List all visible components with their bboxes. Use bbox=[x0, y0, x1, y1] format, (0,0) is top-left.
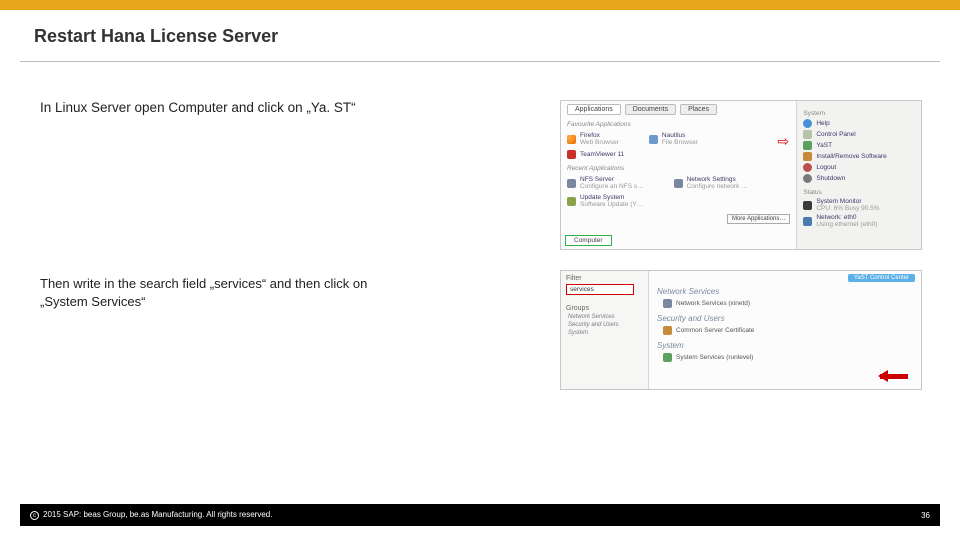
highlight-arrow-icon bbox=[878, 371, 918, 383]
package-icon bbox=[803, 152, 812, 161]
firefox-icon bbox=[567, 135, 576, 144]
sys-help[interactable]: Help bbox=[803, 119, 915, 128]
sys-shutdown[interactable]: Shutdown bbox=[803, 174, 915, 183]
sys-control-panel[interactable]: Control Panel bbox=[803, 130, 915, 139]
yast-icon bbox=[803, 141, 812, 150]
network-status-icon bbox=[803, 217, 812, 226]
app-update[interactable]: Update SystemSoftware Update (Y… bbox=[567, 194, 790, 208]
more-apps-button[interactable]: More Applications… bbox=[727, 214, 790, 224]
step2-text-line2: „System Services“ bbox=[40, 294, 145, 309]
sys-install-remove[interactable]: Install/Remove Software bbox=[803, 152, 915, 161]
sys-yast[interactable]: YaST bbox=[803, 141, 915, 150]
nautilus-icon bbox=[649, 135, 658, 144]
item-network-services[interactable]: Network Services (xinetd) bbox=[663, 299, 913, 308]
copyright-icon: c bbox=[30, 511, 39, 520]
computer-menu-screenshot: Applications Documents Places Favourite … bbox=[560, 100, 922, 250]
yast-control-center-screenshot: YaST Control Center Filter services Grou… bbox=[560, 270, 922, 390]
network-icon bbox=[674, 179, 683, 188]
system-label: System bbox=[803, 110, 915, 117]
logout-icon bbox=[803, 163, 812, 172]
cat-security-users: Security and Users bbox=[657, 314, 913, 323]
app-firefox[interactable]: FirefoxWeb Browser bbox=[567, 132, 619, 146]
content: In Linux Server open Computer and click … bbox=[0, 62, 960, 390]
step1-text: In Linux Server open Computer and click … bbox=[40, 100, 540, 115]
sys-logout[interactable]: Logout bbox=[803, 163, 915, 172]
status-network[interactable]: Network: eth0Using ethernet (eth0) bbox=[803, 214, 915, 228]
page-number: 36 bbox=[921, 511, 930, 520]
group-system[interactable]: System bbox=[568, 330, 643, 336]
tab-places[interactable]: Places bbox=[680, 104, 717, 115]
recent-apps-label: Recent Applications bbox=[567, 165, 790, 172]
nfs-icon bbox=[567, 179, 576, 188]
group-security-users[interactable]: Security and Users bbox=[568, 322, 643, 328]
xinetd-icon bbox=[663, 299, 672, 308]
control-panel-icon bbox=[803, 130, 812, 139]
runlevel-icon bbox=[663, 353, 672, 362]
highlight-arrow-icon: ⇨ bbox=[777, 133, 789, 150]
shutdown-icon bbox=[803, 174, 812, 183]
filter-label: Filter bbox=[566, 275, 643, 282]
step2-text-line1: Then write in the search field „services… bbox=[40, 276, 367, 291]
monitor-icon bbox=[803, 201, 812, 210]
cat-system: System bbox=[657, 341, 913, 350]
app-nfs[interactable]: NFS ServerConfigure an NFS s… bbox=[567, 176, 644, 190]
computer-button[interactable]: Computer bbox=[565, 235, 612, 246]
system-panel: ⇨ System Help Control Panel YaST Install… bbox=[797, 101, 921, 249]
teamviewer-icon bbox=[567, 150, 576, 159]
fav-apps-label: Favourite Applications bbox=[567, 121, 790, 128]
step2-text: Then write in the search field „services… bbox=[40, 275, 540, 310]
footer: c2015 SAP: beas Group, be.as Manufacturi… bbox=[20, 504, 940, 526]
status-label: Status bbox=[803, 189, 915, 196]
status-sysmon[interactable]: System MonitorCPU: 6% Busy 90.5% bbox=[803, 198, 915, 212]
group-network-services[interactable]: Network Services bbox=[568, 314, 643, 320]
figures-column: Applications Documents Places Favourite … bbox=[560, 100, 940, 390]
tab-documents[interactable]: Documents bbox=[625, 104, 676, 115]
app-nautilus[interactable]: NautilusFile Browser bbox=[649, 132, 698, 146]
groups-label: Groups bbox=[566, 305, 643, 312]
filter-input[interactable]: services bbox=[566, 284, 634, 295]
item-server-certificate[interactable]: Common Server Certificate bbox=[663, 326, 913, 335]
help-icon bbox=[803, 119, 812, 128]
update-icon bbox=[567, 197, 576, 206]
yast-content: Network Services Network Services (xinet… bbox=[649, 271, 921, 389]
app-teamviewer[interactable]: TeamViewer 11 bbox=[567, 150, 790, 159]
app-network-settings[interactable]: Network SettingsConfigure network … bbox=[674, 176, 748, 190]
accent-bar bbox=[0, 0, 960, 10]
app-panel: Applications Documents Places Favourite … bbox=[561, 101, 797, 249]
cat-network-services: Network Services bbox=[657, 287, 913, 296]
yast-sidebar: Filter services Groups Network Services … bbox=[561, 271, 649, 389]
tab-applications[interactable]: Applications bbox=[567, 104, 621, 115]
item-system-services[interactable]: System Services (runlevel) bbox=[663, 353, 913, 362]
copyright: c2015 SAP: beas Group, be.as Manufacturi… bbox=[30, 510, 272, 520]
text-column: In Linux Server open Computer and click … bbox=[40, 100, 540, 390]
page-title: Restart Hana License Server bbox=[0, 10, 960, 61]
certificate-icon bbox=[663, 326, 672, 335]
